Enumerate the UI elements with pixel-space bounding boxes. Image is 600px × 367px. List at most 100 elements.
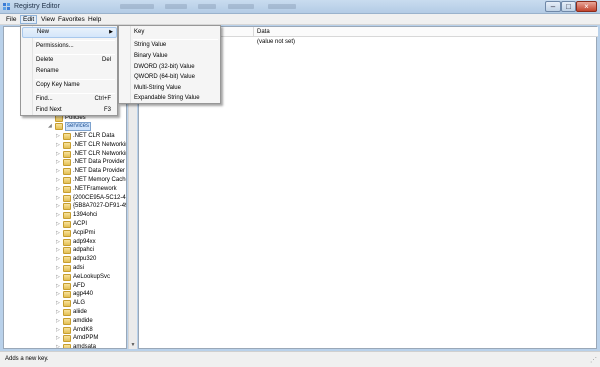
folder-icon (63, 282, 71, 290)
expand-arrow-icon[interactable]: ▷ (56, 229, 62, 238)
resize-grip-icon[interactable]: ⋰ (590, 357, 598, 365)
expand-arrow-icon[interactable]: ▷ (56, 176, 62, 185)
menu-bar: File Edit View Favorites Help (0, 14, 600, 25)
tree-item-label: ACPI (73, 221, 88, 227)
expand-arrow-icon[interactable]: ▷ (56, 264, 62, 273)
menu-item-find[interactable]: Find... Ctrl+F (22, 94, 117, 105)
expand-arrow-icon[interactable]: ▷ (56, 317, 62, 326)
expand-arrow-icon[interactable]: ▷ (56, 326, 62, 335)
expand-arrow-icon[interactable]: ▷ (56, 167, 62, 176)
expand-arrow-icon[interactable]: ▷ (56, 299, 62, 308)
menu-favorites[interactable]: Favorites (56, 15, 87, 24)
expand-arrow-icon[interactable]: ▷ (56, 282, 62, 291)
menu-item-label: Copy Key Name (36, 82, 80, 88)
submenu-item-string-value[interactable]: String Value (120, 40, 220, 51)
menu-item-label: New (37, 29, 50, 35)
expand-arrow-icon[interactable]: ▷ (56, 194, 62, 203)
menu-item-rename[interactable]: Rename (22, 66, 117, 77)
collapse-arrow-icon[interactable]: ◢ (48, 122, 54, 131)
edit-menu: New ▶ Permissions... Delete Del Rename C… (20, 25, 118, 116)
tree-item-label: ALG (73, 300, 86, 307)
menu-edit[interactable]: Edit (20, 15, 38, 24)
expand-arrow-icon[interactable]: ▷ (56, 290, 62, 299)
tree-item-label: 1394ohci (73, 212, 98, 219)
menu-shortcut: Ctrl+F (94, 96, 112, 102)
tree-item-label: aliide (73, 309, 88, 315)
maximize-button[interactable]: □ (561, 1, 576, 12)
column-header-data[interactable]: Data (254, 27, 598, 37)
blurred-background-text (165, 4, 187, 9)
tree-item-label: .NET CLR Networking (73, 141, 127, 148)
menu-item-find-next[interactable]: Find Next F3 (22, 105, 117, 116)
expand-arrow-icon[interactable]: ▷ (56, 343, 62, 348)
expand-arrow-icon[interactable]: ▷ (56, 220, 62, 229)
menu-item-label: QWORD (64-bit) Value (134, 74, 195, 80)
menu-item-label: Rename (36, 68, 59, 74)
folder-icon (63, 177, 71, 184)
status-bar: Adds a new key. ⋰ (0, 351, 600, 367)
menu-item-label: Find... (36, 96, 53, 102)
expand-arrow-icon[interactable]: ▷ (56, 246, 62, 255)
tree-item-label: adp94xx (73, 238, 96, 245)
expand-arrow-icon[interactable]: ▷ (56, 238, 62, 247)
blurred-background-text (228, 4, 254, 9)
blurred-background-text (268, 4, 296, 9)
menu-item-new[interactable]: New ▶ (22, 27, 117, 38)
tree-item-label: adpu320 (73, 256, 97, 263)
tree-item-label: AmdPPM (73, 335, 99, 342)
expand-arrow-icon[interactable]: ▷ (56, 150, 62, 159)
folder-icon (63, 335, 71, 343)
menu-item-label: Permissions... (36, 43, 74, 49)
tree-item-label: AeLookupSvc (73, 273, 111, 280)
expand-arrow-icon[interactable]: ▷ (56, 334, 62, 343)
minimize-button[interactable]: – (545, 1, 561, 12)
folder-icon (63, 159, 71, 167)
default-value-data[interactable]: (value not set) (257, 39, 295, 45)
expand-arrow-icon[interactable]: ▷ (56, 273, 62, 282)
folder-icon (63, 291, 71, 299)
expand-arrow-icon[interactable]: ▷ (56, 255, 62, 264)
folder-open-icon (55, 123, 63, 130)
tree-item-label: amdide (73, 317, 93, 324)
expand-arrow-icon[interactable]: ▷ (56, 211, 62, 220)
expand-arrow-icon[interactable]: ▷ (56, 202, 62, 211)
folder-icon (63, 273, 71, 281)
menu-item-label: Key (134, 29, 145, 35)
expand-arrow-icon[interactable]: ▷ (56, 141, 62, 150)
tree-item-label: adsi (73, 265, 85, 271)
tree-item-label: adpahci (73, 247, 95, 254)
expand-arrow-icon[interactable]: ▷ (56, 158, 62, 167)
menu-view[interactable]: View (39, 15, 57, 24)
expand-arrow-icon[interactable]: ▷ (56, 185, 62, 194)
menu-item-permissions[interactable]: Permissions... (22, 41, 117, 52)
menu-item-copy-key-name[interactable]: Copy Key Name (22, 80, 117, 91)
folder-icon (63, 203, 71, 211)
submenu-item-expandable-string-value[interactable]: Expandable String Value (120, 93, 220, 104)
menu-help[interactable]: Help (86, 15, 103, 24)
submenu-item-binary-value[interactable]: Binary Value (120, 51, 220, 62)
submenu-item-qword-value[interactable]: QWORD (64-bit) Value (120, 72, 220, 83)
folder-icon (63, 141, 71, 149)
folder-icon (63, 133, 71, 140)
menu-item-delete[interactable]: Delete Del (22, 55, 117, 66)
menu-shortcut: F3 (103, 107, 111, 113)
menu-item-label: String Value (134, 42, 167, 48)
scroll-down-arrow-icon[interactable]: ▼ (129, 341, 137, 349)
folder-icon (63, 300, 71, 308)
folder-icon (63, 212, 71, 220)
submenu-item-key[interactable]: Key (120, 27, 220, 38)
expand-arrow-icon[interactable]: ▷ (56, 308, 62, 317)
folder-icon (63, 326, 71, 334)
tree-item-label: AmdK8 (73, 326, 93, 333)
menu-item-label: Binary Value (134, 53, 168, 59)
tree-item-label: .NETFramework (73, 185, 117, 192)
menu-item-label: Find Next (36, 107, 62, 113)
menu-file[interactable]: File (4, 15, 18, 24)
folder-icon (63, 185, 71, 193)
folder-icon (63, 309, 71, 316)
folder-icon (63, 229, 71, 237)
close-button[interactable]: × (576, 1, 597, 12)
expand-arrow-icon[interactable]: ▷ (56, 132, 62, 141)
folder-icon (63, 168, 71, 176)
tree-item-label: .NET CLR Data (73, 133, 115, 139)
